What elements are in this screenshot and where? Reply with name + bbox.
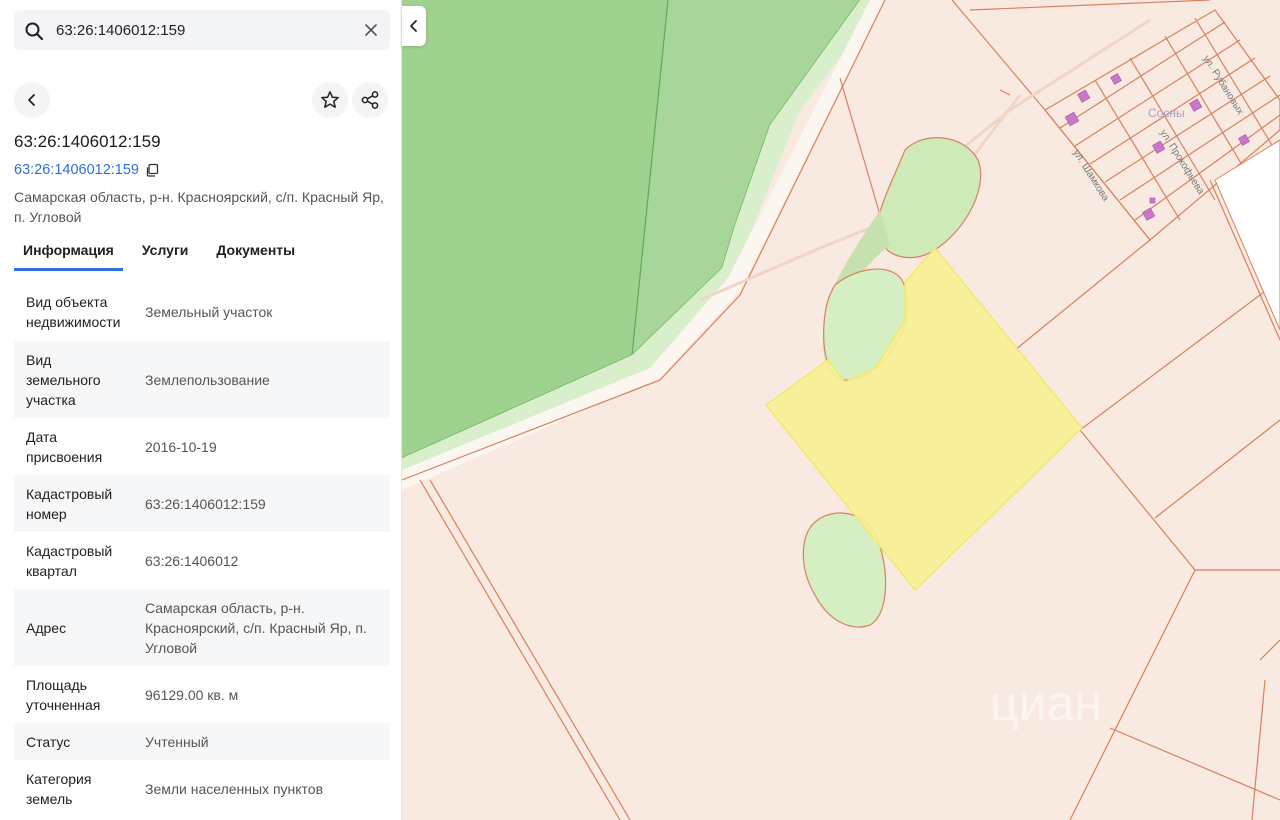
row-value: Учтенный xyxy=(145,732,390,752)
label-line: земельного xyxy=(26,371,101,388)
table-row: Статус Учтенный xyxy=(14,723,390,760)
label-line: Адрес xyxy=(26,619,67,636)
cadastral-map[interactable]: Сосны ул. Шамкова ул. Прокофьева ул. Руб… xyxy=(402,0,1280,820)
favorite-button[interactable] xyxy=(312,82,348,118)
label-line: Вид объекта xyxy=(26,293,108,310)
label-line: Статус xyxy=(26,733,71,750)
label-line: квартал xyxy=(26,562,77,579)
place-label: Сосны xyxy=(1148,106,1185,120)
label-line: Кадастровый xyxy=(26,542,113,559)
collapse-panel-button[interactable] xyxy=(402,6,426,46)
value-line: Красноярский, с/п. Красный Яр, п. xyxy=(145,619,367,636)
tab-information[interactable]: Информация xyxy=(14,238,123,271)
row-label: Дата присвоения xyxy=(14,427,145,467)
chevron-left-icon xyxy=(410,20,417,32)
row-label: Категория земель xyxy=(14,769,145,809)
address-line: п. Угловой xyxy=(14,209,82,225)
back-button[interactable] xyxy=(14,82,50,118)
row-label: Кадастровый квартал xyxy=(14,541,145,581)
table-row: Кадастровый номер 63:26:1406012:159 xyxy=(14,475,390,532)
tab-bar: Информация Услуги Документы xyxy=(14,238,304,271)
copy-icon[interactable] xyxy=(145,163,159,177)
value-line: 96129.00 кв. м xyxy=(145,686,239,703)
table-row: Вид земельного участка Землепользование xyxy=(14,341,390,418)
close-icon[interactable] xyxy=(364,23,378,37)
label-line: уточненная xyxy=(26,696,101,713)
row-label: Кадастровый номер xyxy=(14,484,145,524)
row-value: 63:26:1406012:159 xyxy=(145,494,390,514)
label-line: номер xyxy=(26,505,67,522)
watermark: циан xyxy=(990,675,1102,731)
value-line: Учтенный xyxy=(145,733,209,750)
search-bar xyxy=(14,10,390,50)
row-value: 63:26:1406012 xyxy=(145,551,390,571)
value-line: Землепользование xyxy=(145,371,270,388)
row-label: Адрес xyxy=(14,618,145,638)
row-value: Земельный участок xyxy=(145,302,390,322)
table-row: Площадь уточненная 96129.00 кв. м xyxy=(14,666,390,723)
row-label: Вид объекта недвижимости xyxy=(14,292,145,332)
page-title: 63:26:1406012:159 xyxy=(14,132,161,151)
share-icon xyxy=(361,91,379,109)
value-line: 63:26:1406012:159 xyxy=(145,495,266,512)
tab-services[interactable]: Услуги xyxy=(133,238,198,271)
chevron-left-icon xyxy=(28,94,35,106)
star-icon xyxy=(321,91,339,108)
label-line: Вид xyxy=(26,351,52,368)
cadastral-link-text[interactable]: 63:26:1406012:159 xyxy=(14,162,139,178)
table-row: Вид объекта недвижимости Земельный участо… xyxy=(14,282,390,341)
value-line: Угловой xyxy=(145,639,198,656)
cadastral-link[interactable]: 63:26:1406012:159 xyxy=(14,162,159,178)
label-line: Площадь xyxy=(26,676,87,693)
table-row: Категория земель Земли населенных пунктов xyxy=(14,760,390,817)
label-line: земель xyxy=(26,790,73,807)
label-line: недвижимости xyxy=(26,313,121,330)
property-panel: 63:26:1406012:159 63:26:1406012:159 Сама… xyxy=(0,0,402,820)
label-line: Категория xyxy=(26,770,92,787)
row-value: 2016-10-19 xyxy=(145,437,390,457)
row-value: Самарская область, р-н. Красноярский, с/п… xyxy=(145,598,390,658)
row-label: Вид земельного участка xyxy=(14,350,145,410)
value-line: Земли населенных пунктов xyxy=(145,780,324,797)
label-line: Дата xyxy=(26,428,58,445)
value-line: Земельный участок xyxy=(145,303,273,320)
property-address: Самарская область, р-н. Красноярский, с/… xyxy=(14,187,394,227)
row-value: 96129.00 кв. м xyxy=(145,685,390,705)
value-line: 63:26:1406012 xyxy=(145,552,239,569)
label-line: участка xyxy=(26,391,76,408)
row-value: Землепользование xyxy=(145,370,390,390)
label-line: присвоения xyxy=(26,448,103,465)
row-label: Площадь уточненная xyxy=(14,675,145,715)
table-row: Дата присвоения 2016-10-19 xyxy=(14,418,390,475)
value-line: Самарская область, р-н. xyxy=(145,599,305,616)
tab-documents[interactable]: Документы xyxy=(207,238,304,271)
info-table: Вид объекта недвижимости Земельный участо… xyxy=(14,282,390,817)
share-button[interactable] xyxy=(352,82,388,118)
table-row: Кадастровый квартал 63:26:1406012 xyxy=(14,532,390,589)
address-line: Самарская область, р-н. Красноярский, с/… xyxy=(14,189,384,205)
row-label: Статус xyxy=(14,732,145,752)
label-line: Кадастровый xyxy=(26,485,113,502)
search-input[interactable] xyxy=(56,10,356,50)
table-row: Адрес Самарская область, р-н. Красноярски… xyxy=(14,589,390,666)
value-line: 2016-10-19 xyxy=(145,438,217,455)
search-icon xyxy=(25,22,44,41)
row-value: Земли населенных пунктов xyxy=(145,779,390,799)
